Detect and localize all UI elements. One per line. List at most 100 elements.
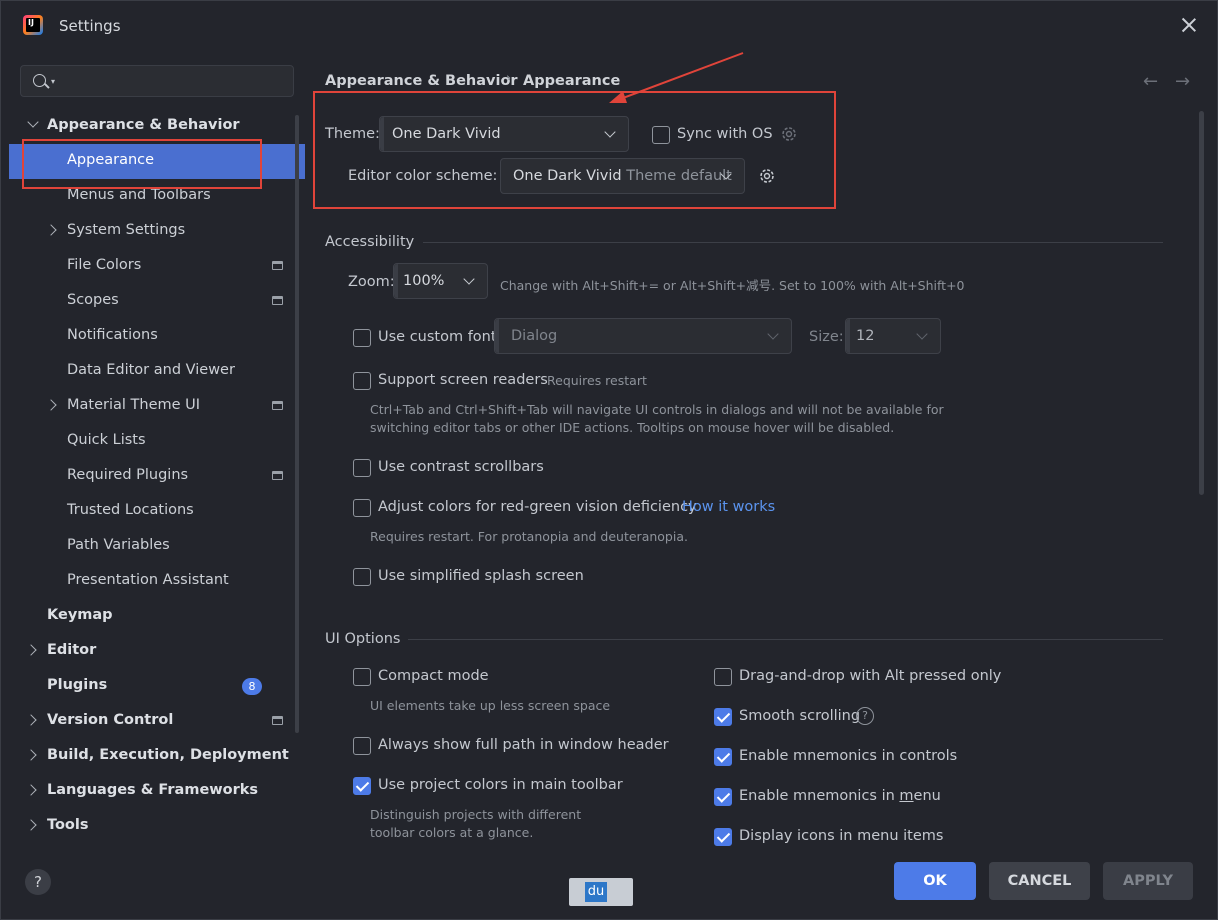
- screen-readers-description-2: switching editor tabs or other IDE actio…: [370, 420, 895, 435]
- menu-icons-checkbox[interactable]: [714, 828, 732, 846]
- project-level-icon: [272, 261, 283, 270]
- sidebar-item-trusted-locations[interactable]: Trusted Locations: [9, 494, 305, 529]
- cancel-button[interactable]: CANCEL: [989, 862, 1090, 900]
- full-path-header-label: Always show full path in window header: [378, 737, 669, 753]
- simplified-splash-label: Use simplified splash screen: [378, 568, 584, 584]
- compact-mode-hint: UI elements take up less screen space: [370, 698, 611, 713]
- annotation-arrow-icon: [609, 52, 744, 103]
- help-question-icon[interactable]: ?: [856, 707, 874, 725]
- chevron-right-icon[interactable]: [25, 819, 37, 831]
- chevron-down-icon: [463, 273, 475, 285]
- breadcrumb-parent[interactable]: Appearance & Behavior: [325, 73, 518, 89]
- ui-options-section-title: UI Options: [325, 631, 401, 647]
- mnemonics-menu-label: Enable mnemonics in menu: [739, 788, 941, 804]
- sidebar-item-file-colors[interactable]: File Colors: [9, 249, 305, 284]
- plugins-update-badge: 8: [242, 678, 262, 695]
- settings-window: IJ Settings ▾ Appearance & Behavior Appe…: [0, 0, 1218, 920]
- intellij-logo-icon: IJ: [23, 15, 43, 35]
- font-size-dropdown[interactable]: 12: [845, 318, 941, 354]
- sidebar-item-keymap[interactable]: Keymap: [9, 599, 305, 634]
- chevron-right-icon[interactable]: [25, 714, 37, 726]
- sidebar-item-quick-lists[interactable]: Quick Lists: [9, 424, 305, 459]
- zoom-dropdown[interactable]: 100%: [393, 263, 488, 299]
- forward-arrow-icon[interactable]: →: [1175, 71, 1190, 92]
- requires-restart-hint: Requires restart: [547, 373, 647, 388]
- sidebar-item-scopes[interactable]: Scopes: [9, 284, 305, 319]
- sidebar-item-presentation-assistant[interactable]: Presentation Assistant: [9, 564, 305, 599]
- smooth-scrolling-label: Smooth scrolling: [739, 708, 861, 724]
- project-colors-hint: Distinguish projects with different: [370, 807, 582, 822]
- red-green-hint: Requires restart. For protanopia and deu…: [370, 529, 688, 544]
- title-bar: IJ Settings: [1, 1, 1217, 51]
- sidebar-item-system-settings[interactable]: System Settings: [9, 214, 305, 249]
- sidebar-item-path-variables[interactable]: Path Variables: [9, 529, 305, 564]
- annotation-highlight-box: [22, 139, 262, 189]
- project-colors-hint-2: toolbar colors at a glance.: [370, 825, 534, 840]
- support-screen-readers-checkbox[interactable]: [353, 372, 371, 390]
- screen-readers-description: Ctrl+Tab and Ctrl+Shift+Tab will navigat…: [370, 402, 944, 417]
- apply-button[interactable]: APPLY: [1103, 862, 1193, 900]
- sidebar-item-tools[interactable]: Tools: [9, 809, 305, 844]
- project-colors-label: Use project colors in main toolbar: [378, 777, 623, 793]
- sidebar-item-required-plugins[interactable]: Required Plugins: [9, 459, 305, 494]
- project-level-icon: [272, 471, 283, 480]
- mnemonics-controls-label: Enable mnemonics in controls: [739, 748, 958, 764]
- section-divider: [408, 639, 1163, 640]
- drag-drop-alt-checkbox[interactable]: [714, 668, 732, 686]
- help-button[interactable]: ?: [25, 869, 51, 895]
- compact-mode-checkbox[interactable]: [353, 668, 371, 686]
- mnemonics-menu-checkbox[interactable]: [714, 788, 732, 806]
- sidebar-item-build-execution[interactable]: Build, Execution, Deployment: [9, 739, 305, 774]
- smooth-scrolling-checkbox[interactable]: [714, 708, 732, 726]
- red-green-vision-checkbox[interactable]: [353, 499, 371, 517]
- chevron-down-icon[interactable]: [27, 116, 39, 128]
- chevron-right-icon[interactable]: [25, 644, 37, 656]
- sidebar-item-plugins[interactable]: Plugins 8: [9, 669, 305, 704]
- sidebar-item-version-control[interactable]: Version Control: [9, 704, 305, 739]
- search-input[interactable]: ▾: [20, 65, 294, 97]
- zoom-hint: Change with Alt+Shift+= or Alt+Shift+减号.…: [500, 278, 965, 293]
- chevron-right-icon[interactable]: [25, 749, 37, 761]
- sidebar-item-material-theme[interactable]: Material Theme UI: [9, 389, 305, 424]
- chevron-down-icon: [916, 328, 928, 340]
- zoom-label: Zoom:: [348, 274, 395, 290]
- chevron-right-icon[interactable]: [25, 784, 37, 796]
- sidebar-item-editor[interactable]: Editor: [9, 634, 305, 669]
- simplified-splash-checkbox[interactable]: [353, 568, 371, 586]
- use-custom-font-label: Use custom font:: [378, 329, 502, 345]
- chevron-right-icon[interactable]: [45, 399, 57, 411]
- back-arrow-icon[interactable]: ←: [1143, 71, 1158, 92]
- chevron-right-icon[interactable]: [45, 224, 57, 236]
- close-icon[interactable]: [1177, 13, 1201, 37]
- sidebar-item-notifications[interactable]: Notifications: [9, 319, 305, 354]
- project-level-icon: [272, 716, 283, 725]
- custom-font-dropdown[interactable]: Dialog: [494, 318, 792, 354]
- sidebar-item-data-editor[interactable]: Data Editor and Viewer: [9, 354, 305, 389]
- how-it-works-link[interactable]: How it works: [682, 499, 775, 515]
- full-path-header-checkbox[interactable]: [353, 737, 371, 755]
- settings-content: Appearance & Behavior › Appearance ← → T…: [311, 52, 1217, 919]
- sidebar-scrollbar[interactable]: [295, 115, 299, 733]
- accessibility-section-title: Accessibility: [325, 234, 415, 250]
- contrast-scrollbars-checkbox[interactable]: [353, 459, 371, 477]
- ime-toolbar[interactable]: du: [569, 878, 633, 906]
- window-title: Settings: [59, 17, 121, 35]
- contrast-scrollbars-label: Use contrast scrollbars: [378, 459, 544, 475]
- ok-button[interactable]: OK: [894, 862, 976, 900]
- search-icon: [33, 74, 46, 87]
- compact-mode-label: Compact mode: [378, 668, 489, 684]
- drag-drop-alt-label: Drag-and-drop with Alt pressed only: [739, 668, 1002, 684]
- breadcrumb-separator-icon: ›: [506, 71, 512, 86]
- menu-icons-label: Display icons in menu items: [739, 828, 944, 844]
- red-green-vision-label: Adjust colors for red-green vision defic…: [378, 499, 697, 515]
- use-custom-font-checkbox[interactable]: [353, 329, 371, 347]
- chevron-down-icon: [767, 328, 779, 340]
- font-size-label: Size:: [809, 329, 844, 345]
- support-screen-readers-label: Support screen readers: [378, 372, 548, 388]
- sidebar-item-languages-frameworks[interactable]: Languages & Frameworks: [9, 774, 305, 809]
- mnemonics-controls-checkbox[interactable]: [714, 748, 732, 766]
- chevron-down-icon: ▾: [51, 77, 56, 86]
- content-scrollbar[interactable]: [1199, 111, 1204, 495]
- project-colors-checkbox[interactable]: [353, 777, 371, 795]
- project-level-icon: [272, 296, 283, 305]
